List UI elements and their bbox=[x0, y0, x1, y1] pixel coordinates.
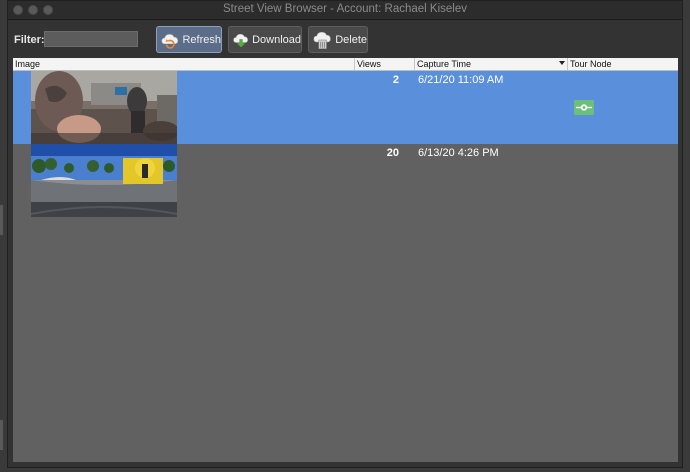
sort-descending-icon bbox=[559, 61, 565, 65]
indoor-panorama-thumbnail bbox=[31, 71, 177, 144]
column-header-image[interactable]: Image bbox=[15, 59, 40, 69]
delete-button-label: Delete bbox=[335, 33, 367, 46]
table-row[interactable]: 20 6/13/20 4:26 PM bbox=[13, 144, 678, 217]
street-view-thumbnail[interactable] bbox=[31, 144, 177, 217]
views-cell: 20 bbox=[386, 147, 399, 159]
title-bar[interactable]: Street View Browser - Account: Rachael K… bbox=[8, 1, 682, 20]
outdoor-panorama-thumbnail bbox=[31, 144, 177, 217]
views-cell: 2 bbox=[392, 74, 399, 86]
download-button[interactable]: Download bbox=[228, 26, 302, 53]
column-header-views[interactable]: Views bbox=[357, 59, 381, 69]
filter-label: Filter: bbox=[14, 34, 45, 46]
cloud-refresh-icon bbox=[161, 33, 178, 49]
column-header-capture-time[interactable]: Capture Time bbox=[417, 59, 471, 69]
refresh-button[interactable]: Refresh bbox=[156, 26, 222, 53]
photo-table[interactable]: Image Views Capture Time Tour Node 2 6/2… bbox=[13, 58, 678, 462]
tour-node-icon[interactable] bbox=[574, 100, 594, 115]
capture-time-cell: 6/13/20 4:26 PM bbox=[418, 147, 499, 159]
column-divider[interactable] bbox=[414, 58, 415, 70]
background-edge bbox=[0, 205, 3, 235]
column-header-tour-node[interactable]: Tour Node bbox=[570, 59, 612, 69]
background-edge bbox=[0, 420, 3, 450]
filter-input[interactable] bbox=[44, 31, 138, 47]
toolbar: Filter: Refresh Download Delete bbox=[8, 20, 682, 57]
delete-button[interactable]: Delete bbox=[308, 26, 368, 53]
street-view-browser-window: Street View Browser - Account: Rachael K… bbox=[7, 0, 683, 468]
street-view-thumbnail[interactable] bbox=[31, 71, 177, 144]
refresh-button-label: Refresh bbox=[182, 33, 221, 46]
capture-time-cell: 6/21/20 11:09 AM bbox=[418, 74, 504, 86]
cloud-download-icon bbox=[233, 33, 248, 47]
table-header: Image Views Capture Time Tour Node bbox=[13, 58, 678, 71]
column-divider[interactable] bbox=[354, 58, 355, 70]
download-button-label: Download bbox=[252, 33, 301, 46]
window-title: Street View Browser - Account: Rachael K… bbox=[223, 3, 467, 15]
table-row[interactable]: 2 6/21/20 11:09 AM bbox=[13, 71, 678, 144]
cloud-delete-icon bbox=[313, 31, 331, 49]
column-divider[interactable] bbox=[567, 58, 568, 70]
